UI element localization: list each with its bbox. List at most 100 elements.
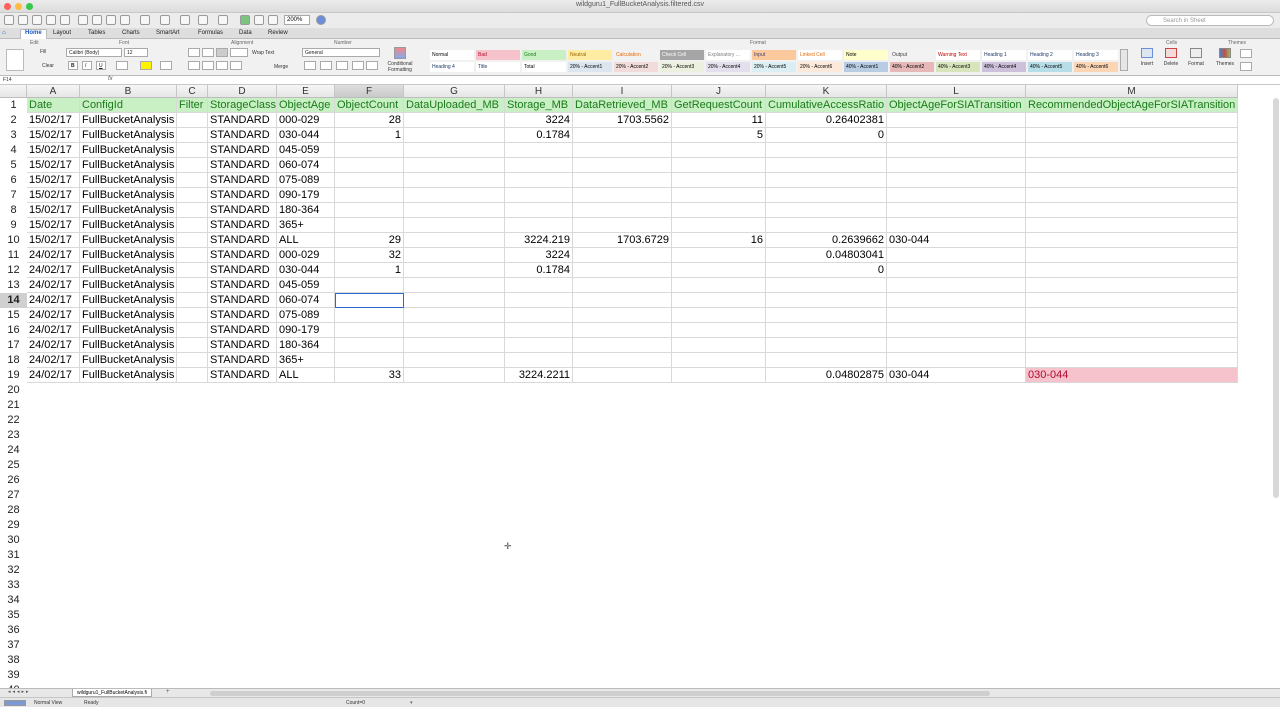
table-cell[interactable] [887,353,1026,368]
table-cell[interactable] [573,338,672,353]
gallery-icon[interactable] [4,15,14,25]
table-cell[interactable]: 5 [672,128,766,143]
row-header[interactable]: 31 [0,548,27,563]
table-cell[interactable]: FullBucketAnalysis [80,278,177,293]
underline-button[interactable]: U [96,61,106,70]
table-cell[interactable] [177,188,208,203]
table-cell[interactable] [177,368,208,383]
column-header[interactable]: F [335,85,404,98]
table-cell[interactable]: 24/02/17 [27,323,80,338]
table-cell[interactable] [573,188,672,203]
table-cell[interactable] [887,248,1026,263]
table-cell[interactable] [177,158,208,173]
table-cell[interactable]: STANDARD [208,188,277,203]
table-cell[interactable] [404,113,505,128]
table-cell[interactable] [887,158,1026,173]
table-cell[interactable]: FullBucketAnalysis [80,113,177,128]
fill-color-icon[interactable] [140,61,152,70]
number-format-select[interactable]: General [302,48,380,57]
table-cell[interactable]: 24/02/17 [27,308,80,323]
autosum-icon[interactable] [180,15,190,25]
column-header[interactable]: G [404,85,505,98]
table-cell[interactable]: 11 [672,113,766,128]
table-cell[interactable] [335,218,404,233]
table-cell[interactable] [1026,293,1238,308]
table-cell[interactable] [672,368,766,383]
table-cell[interactable] [404,218,505,233]
table-cell[interactable] [1026,173,1238,188]
cell-style-option[interactable]: Linked Cell [798,50,842,60]
table-cell[interactable]: 15/02/17 [27,143,80,158]
table-cell[interactable] [887,263,1026,278]
cell-style-option[interactable]: 40% - Accent3 [936,62,980,72]
table-cell[interactable] [404,353,505,368]
table-cell[interactable] [404,263,505,278]
tab-home[interactable]: Home [20,29,47,39]
row-header[interactable]: 20 [0,383,27,398]
row-header[interactable]: 7 [0,188,27,203]
cell-style-option[interactable]: 40% - Accent1 [844,62,888,72]
table-cell[interactable]: FullBucketAnalysis [80,203,177,218]
table-cell[interactable]: 24/02/17 [27,248,80,263]
table-cell[interactable]: 3224 [505,113,573,128]
merge-button[interactable]: Merge [274,64,288,70]
table-cell[interactable] [672,323,766,338]
table-cell[interactable] [672,263,766,278]
table-cell[interactable]: 24/02/17 [27,278,80,293]
table-cell[interactable] [672,188,766,203]
table-cell[interactable]: 030-044 [887,368,1026,383]
table-cell[interactable] [672,203,766,218]
table-cell[interactable] [404,203,505,218]
align-left-icon[interactable] [188,61,200,70]
table-cell[interactable] [887,293,1026,308]
row-header[interactable]: 37 [0,638,27,653]
table-cell[interactable]: 045-059 [277,143,335,158]
fill-button[interactable]: Fill [40,49,46,55]
table-cell[interactable] [1026,158,1238,173]
table-cell[interactable]: 030-044 [277,263,335,278]
table-cell[interactable]: 32 [335,248,404,263]
table-cell[interactable]: 090-179 [277,188,335,203]
currency-icon[interactable] [304,61,316,70]
cell-style-option[interactable]: Normal [430,50,474,60]
table-cell[interactable]: 15/02/17 [27,188,80,203]
vertical-scrollbar[interactable] [1273,98,1279,498]
styles-scroll-button[interactable] [1120,49,1128,71]
table-cell[interactable] [766,203,887,218]
cell-style-option[interactable]: Heading 1 [982,50,1026,60]
table-cell[interactable] [1026,113,1238,128]
table-cell[interactable] [573,263,672,278]
spreadsheet-grid[interactable]: A B C D E F G H I J K L M 1 Date ConfigId Filter StorageC… [0,85,1280,688]
table-cell[interactable] [887,218,1026,233]
table-cell[interactable] [1026,188,1238,203]
cell-style-option[interactable]: Warning Text [936,50,980,60]
table-cell[interactable] [887,308,1026,323]
table-cell[interactable]: 0.2639662 [766,233,887,248]
tab-review[interactable]: Review [268,30,288,36]
cell-style-option[interactable]: Title [476,62,520,72]
table-cell[interactable]: 180-364 [277,203,335,218]
table-cell[interactable]: 0.04802875 [766,368,887,383]
templates-icon[interactable] [32,15,42,25]
cell-style-option[interactable]: Heading 2 [1028,50,1072,60]
row-header[interactable]: 32 [0,563,27,578]
table-cell[interactable] [505,158,573,173]
table-cell[interactable]: 060-074 [277,293,335,308]
table-cell[interactable]: 3224.2211 [505,368,573,383]
table-cell[interactable]: 365+ [277,218,335,233]
header-cell[interactable]: ObjectAgeForSIATransition [887,98,1026,113]
column-header[interactable]: K [766,85,887,98]
new-icon[interactable] [18,15,28,25]
insert-button[interactable]: Insert [1136,48,1158,74]
row-header[interactable]: 34 [0,593,27,608]
italic-button[interactable]: I [82,61,92,70]
cut-icon[interactable] [78,15,88,25]
table-cell[interactable]: 030-044 [277,128,335,143]
search-input[interactable]: Search in Sheet [1146,15,1274,26]
row-header[interactable]: 36 [0,623,27,638]
table-cell[interactable] [887,143,1026,158]
theme-colors-icon[interactable] [1240,49,1252,58]
align-center-icon[interactable] [202,61,214,70]
table-cell[interactable] [1026,338,1238,353]
media-icon[interactable] [268,15,278,25]
